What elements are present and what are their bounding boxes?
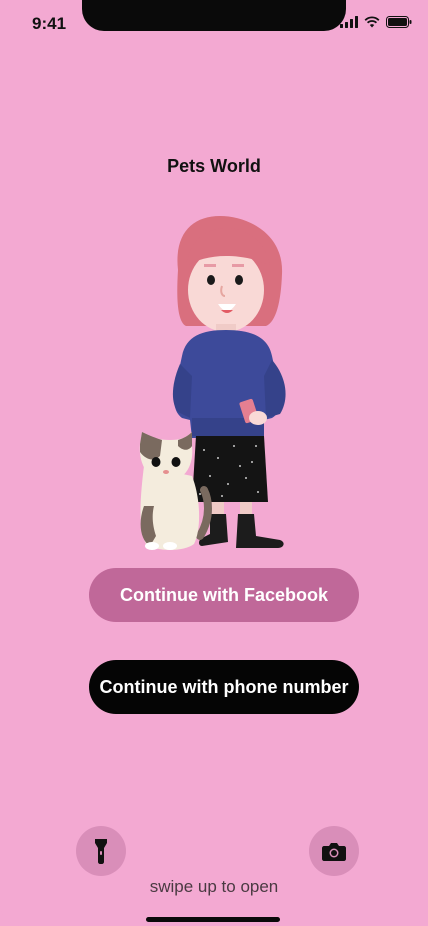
status-icons: [340, 16, 412, 28]
flashlight-icon: [95, 839, 107, 864]
girl-with-cat-illustration: [139, 216, 286, 550]
app-title: Pets World: [167, 156, 261, 176]
camera-button[interactable]: [309, 826, 359, 876]
flashlight-button[interactable]: [76, 826, 126, 876]
home-indicator[interactable]: [146, 917, 280, 922]
battery-icon: [386, 16, 412, 28]
continue-with-facebook-button[interactable]: Continue with Facebook: [89, 568, 359, 622]
status-time: 9:41: [32, 14, 67, 33]
phone-screen: 9:41 Pets World Continue with Facebook C…: [0, 0, 428, 926]
notch: [82, 0, 346, 31]
camera-icon: [322, 842, 346, 861]
continue-with-phone-button[interactable]: Continue with phone number: [89, 660, 359, 714]
signal-icon: [340, 16, 358, 28]
wifi-icon: [364, 16, 380, 28]
swipe-up-hint: swipe up to open: [149, 877, 279, 896]
